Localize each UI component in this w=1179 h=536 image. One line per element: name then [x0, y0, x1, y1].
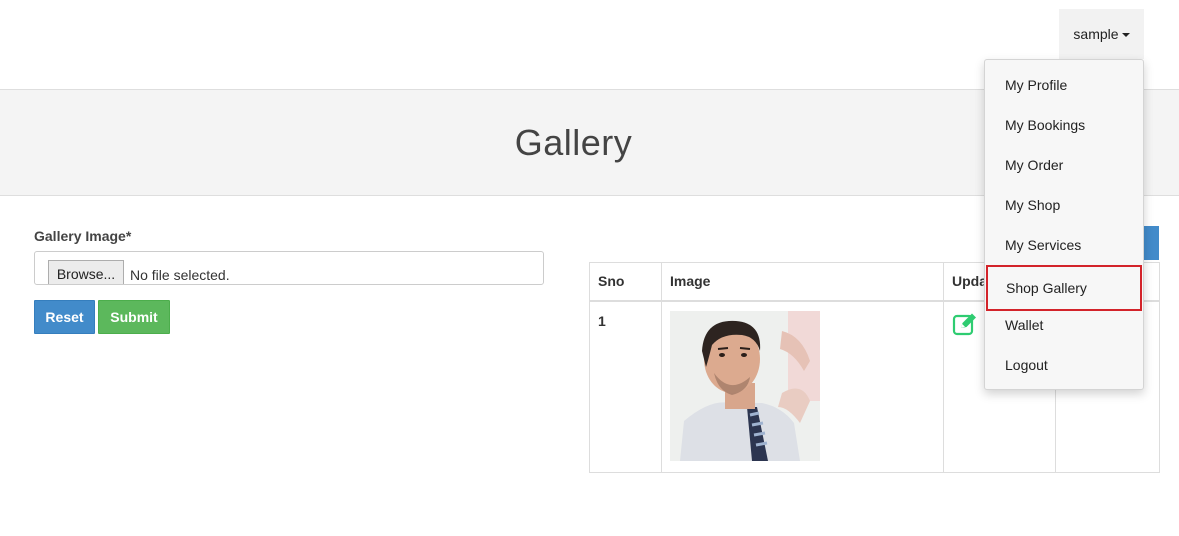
menu-item-my-shop[interactable]: My Shop — [986, 185, 1142, 225]
menu-item-my-profile[interactable]: My Profile — [986, 65, 1142, 105]
gallery-image-file-input[interactable]: Browse... No file selected. — [34, 251, 544, 285]
cell-image — [661, 300, 944, 473]
page-title: Gallery — [514, 122, 633, 163]
menu-item-logout[interactable]: Logout — [986, 345, 1142, 385]
caret-down-icon — [1121, 33, 1130, 37]
user-dropdown-menu: My Profile My Bookings My Order My Shop … — [984, 59, 1144, 390]
gallery-photo — [670, 310, 820, 461]
header-sno: Sno — [589, 262, 662, 302]
gallery-image-label: Gallery Image* — [34, 228, 132, 244]
browse-button[interactable]: Browse... — [48, 260, 124, 284]
submit-button[interactable]: Submit — [98, 300, 170, 334]
menu-item-wallet[interactable]: Wallet — [986, 305, 1142, 345]
header-image: Image — [661, 262, 944, 302]
edit-icon[interactable] — [952, 311, 978, 337]
file-status-text: No file selected. — [130, 267, 230, 283]
menu-item-my-bookings[interactable]: My Bookings — [986, 105, 1142, 145]
menu-item-my-services[interactable]: My Services — [986, 225, 1142, 265]
reset-button[interactable]: Reset — [34, 300, 95, 334]
user-name: sample — [1073, 26, 1119, 42]
menu-item-my-order[interactable]: My Order — [986, 145, 1142, 185]
user-menu-toggle[interactable]: sample — [1059, 9, 1144, 59]
cell-sno: 1 — [589, 300, 662, 473]
